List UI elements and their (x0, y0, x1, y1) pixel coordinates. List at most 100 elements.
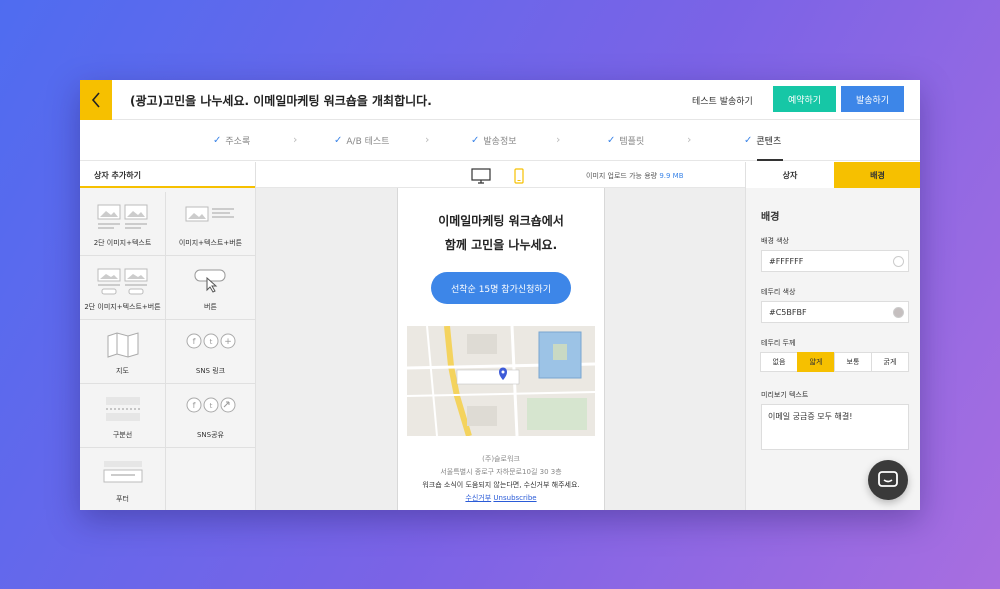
section-title: 배경 (761, 212, 780, 223)
block-two-image-text-button[interactable]: 2단 이미지+텍스트+버튼 (80, 256, 166, 320)
tab-background[interactable]: 배경 (834, 162, 920, 188)
sns-link-icon: f t + (166, 332, 255, 350)
step-label: 주소록 (225, 137, 251, 147)
block-label: 버튼 (204, 303, 217, 311)
chat-icon (878, 471, 898, 487)
border-color-field[interactable]: #C5BFBF (761, 301, 909, 323)
footer-icon (80, 460, 165, 484)
block-button[interactable]: 버튼 (166, 256, 256, 320)
border-color-value: #C5BFBF (769, 308, 807, 317)
property-tabs: 상자 배경 (746, 162, 920, 188)
chat-button[interactable] (868, 460, 908, 500)
block-label: SNS공유 (196, 431, 224, 439)
footer-notice: 워크숍 소식이 도움되지 않는다면, 수신거부 해주세요. (422, 481, 580, 489)
step-content[interactable]: ✓ 콘텐츠 (744, 134, 781, 147)
send-button[interactable]: 발송하기 (841, 86, 904, 112)
block-label: 2단 이미지+텍스트 (93, 239, 152, 247)
block-panel: 상자 추가하기 2단 이미지+텍스트 이미지+텍스트+버튼 2단 이미지+텍스트… (80, 162, 256, 510)
active-step-indicator (757, 159, 783, 161)
two-image-text-button-icon (80, 268, 165, 296)
step-label: 콘텐츠 (756, 137, 782, 147)
chevron-left-icon (91, 92, 100, 108)
svg-text:t: t (209, 402, 212, 410)
block-label: 2단 이미지+텍스트+버튼 (84, 303, 161, 311)
check-icon: ✓ (334, 135, 343, 146)
top-header: (광고)고민을 나누세요. 이메일마케팅 워크숍을 개최합니다. 테스트 발송하… (80, 80, 920, 120)
block-two-image-text[interactable]: 2단 이미지+텍스트 (80, 192, 166, 256)
unsubscribe-link-en[interactable]: Unsubscribe (493, 494, 536, 502)
chevron-right-icon: › (556, 133, 561, 146)
block-label: 지도 (116, 367, 129, 375)
bg-color-field[interactable]: #FFFFFF (761, 250, 909, 272)
border-thickness-group: 없음 얇게 보통 굵게 (760, 352, 909, 372)
svg-text:t: t (209, 338, 212, 346)
preview-text-label: 미리보기 텍스트 (761, 391, 809, 399)
image-text-button-icon (166, 204, 255, 230)
preview-text-field[interactable]: 이메일 궁금증 모두 해결! (761, 404, 909, 450)
block-label: 이미지+텍스트+버튼 (178, 239, 243, 247)
reserve-button[interactable]: 예약하기 (773, 86, 836, 112)
chevron-right-icon: › (293, 133, 298, 146)
border-color-swatch[interactable] (893, 307, 904, 318)
svg-text:f: f (192, 337, 195, 346)
step-label: 발송정보 (483, 137, 517, 147)
check-icon: ✓ (744, 135, 753, 146)
step-label: 템플릿 (619, 137, 645, 147)
block-image-text-button[interactable]: 이미지+텍스트+버튼 (166, 192, 256, 256)
property-panel: 상자 배경 배경 배경 색상 #FFFFFF 테두리 색상 #C5BFBF 테두… (745, 162, 920, 510)
thickness-normal[interactable]: 보통 (834, 352, 872, 372)
block-map[interactable]: 지도 (80, 320, 166, 384)
map-image (407, 326, 595, 436)
preview-toolbar: 이미지 업로드 가능 용량 9.9 MB (256, 162, 745, 188)
editor-canvas: 이미지 업로드 가능 용량 9.9 MB 이메일마케팅 워크숍에서 함께 고민을… (256, 162, 745, 510)
border-thickness-label: 테두리 두께 (761, 339, 796, 347)
map-icon (80, 332, 165, 358)
step-address-book[interactable]: ✓ 주소록 (213, 134, 250, 147)
bg-color-swatch[interactable] (893, 256, 904, 267)
bg-color-label: 배경 색상 (761, 237, 789, 245)
step-template[interactable]: ✓ 템플릿 (607, 134, 644, 147)
back-button[interactable] (80, 80, 112, 120)
upload-capacity-value: 9.9 MB (659, 172, 684, 180)
thickness-none[interactable]: 없음 (760, 352, 798, 372)
footer-address: 서울특별시 종로구 자하문로10길 30 3층 (440, 468, 562, 476)
step-navigation: ✓ 주소록 › ✓ A/B 테스트 › ✓ 발송정보 › ✓ 템플릿 › ✓ 콘… (80, 121, 920, 161)
block-label: 구분선 (112, 431, 133, 439)
block-label: 푸터 (116, 495, 129, 503)
email-heading-line1: 이메일마케팅 워크숍에서 (438, 214, 564, 228)
thickness-thick[interactable]: 굵게 (871, 352, 909, 372)
svg-text:+: + (224, 337, 232, 347)
block-sns-share[interactable]: ft SNS공유 (166, 384, 256, 448)
thickness-thin[interactable]: 얇게 (797, 352, 835, 372)
two-image-text-icon (80, 204, 165, 230)
email-heading-line2: 함께 고민을 나누세요. (444, 238, 558, 252)
step-label: A/B 테스트 (346, 137, 390, 147)
sns-share-icon: ft (166, 396, 255, 414)
chevron-right-icon: › (425, 133, 430, 146)
test-send-button[interactable]: 테스트 발송하기 (692, 94, 753, 107)
cta-button[interactable]: 선착순 15명 참가신청하기 (431, 272, 571, 304)
block-footer[interactable]: 푸터 (80, 448, 166, 510)
email-preview[interactable]: 이메일마케팅 워크숍에서 함께 고민을 나누세요. 선착순 15명 참가신청하기 (397, 188, 605, 510)
block-sns-link[interactable]: f t + SNS 링크 (166, 320, 256, 384)
check-icon: ✓ (213, 135, 222, 146)
tab-box[interactable]: 상자 (746, 162, 834, 188)
block-panel-title: 상자 추가하기 (80, 162, 255, 188)
mobile-view-icon[interactable] (514, 168, 524, 188)
step-ab-test[interactable]: ✓ A/B 테스트 (334, 134, 389, 147)
svg-text:f: f (192, 401, 195, 410)
border-color-label: 테두리 색상 (761, 288, 796, 296)
block-divider[interactable]: 구분선 (80, 384, 166, 448)
footer-unsubscribe: 수신거부 Unsubscribe (398, 493, 604, 503)
check-icon: ✓ (607, 135, 616, 146)
campaign-title: (광고)고민을 나누세요. 이메일마케팅 워크숍을 개최합니다. (130, 94, 432, 108)
button-block-icon (166, 268, 255, 294)
block-label: SNS 링크 (195, 367, 226, 375)
unsubscribe-link-ko[interactable]: 수신거부 (465, 494, 491, 502)
check-icon: ✓ (471, 135, 480, 146)
step-send-info[interactable]: ✓ 발송정보 (471, 134, 517, 147)
divider-icon (80, 396, 165, 422)
upload-capacity-label: 이미지 업로드 가능 용량 (586, 172, 658, 180)
desktop-view-icon[interactable] (471, 168, 491, 188)
bg-color-value: #FFFFFF (769, 257, 804, 266)
